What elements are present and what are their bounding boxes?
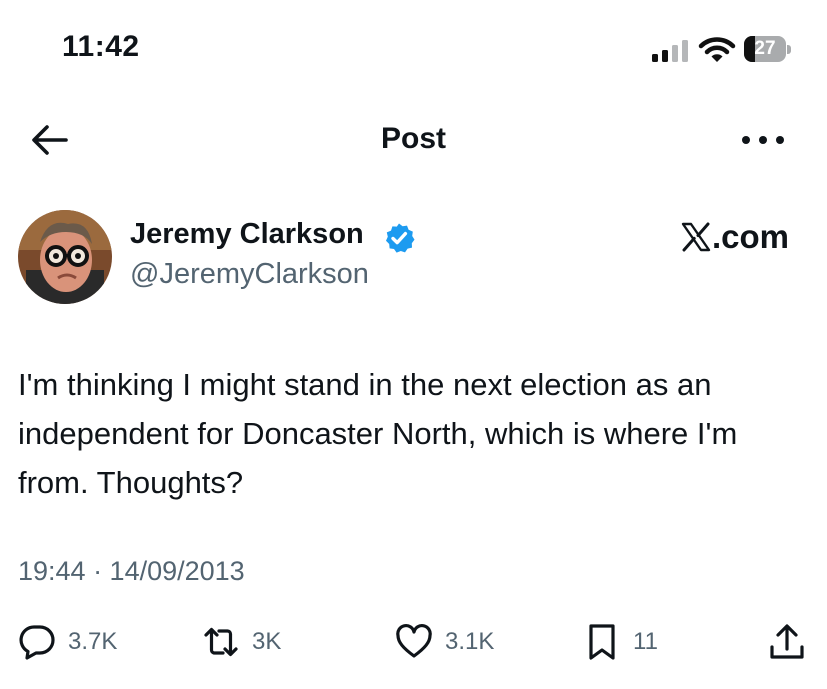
repost-count: 3K: [252, 628, 282, 655]
wifi-icon: [698, 37, 736, 62]
x-com-label: .com: [711, 218, 789, 255]
x-logo-icon: [681, 222, 711, 252]
bookmark-button[interactable]: 11: [583, 622, 658, 662]
share-icon: [770, 624, 804, 659]
verified-badge-icon: [386, 223, 415, 253]
post-text: I'm thinking I might stand in the next e…: [18, 367, 738, 500]
like-button[interactable]: 3.1K: [395, 622, 494, 662]
status-time: 11:42: [62, 30, 140, 63]
ellipsis-icon[interactable]: [742, 125, 784, 155]
speech-bubble-icon: [19, 625, 55, 660]
reply-button[interactable]: 3.7K: [18, 622, 117, 662]
battery-level: 27: [754, 38, 776, 59]
reply-count: 3.7K: [68, 628, 118, 655]
bookmark-count: 11: [633, 628, 658, 655]
like-count: 3.1K: [445, 628, 495, 655]
page-title: Post: [380, 122, 446, 155]
heart-icon: [396, 623, 432, 658]
author-handle[interactable]: @JeremyClarkson: [130, 258, 369, 291]
avatar[interactable]: [18, 210, 112, 304]
repost-button[interactable]: 3K: [202, 622, 281, 662]
x-com-logo: .com: [681, 218, 789, 256]
author-name[interactable]: Jeremy Clarkson: [130, 218, 364, 251]
bookmark-icon: [589, 624, 615, 660]
repost-icon: [204, 627, 238, 657]
battery-indicator: 27: [744, 36, 792, 64]
post-timestamp[interactable]: 19:44 · 14/09/2013: [18, 556, 245, 587]
cellular-signal-icon: [652, 40, 688, 62]
share-button[interactable]: [768, 622, 806, 662]
